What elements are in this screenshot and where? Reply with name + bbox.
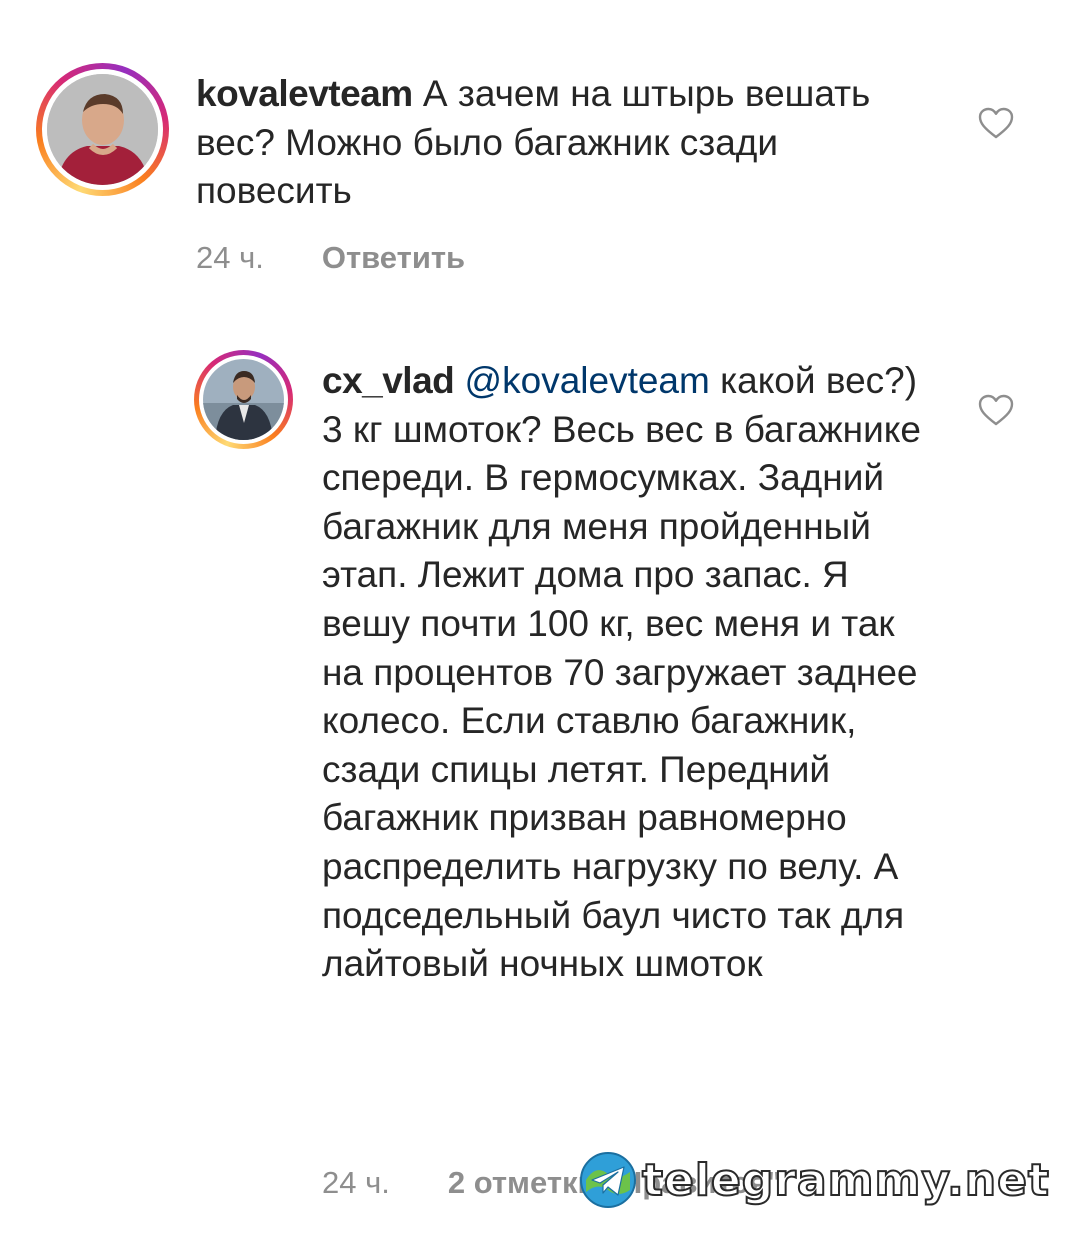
person-avatar-icon [203, 359, 284, 440]
watermark: telegrammy.net [578, 1150, 1050, 1210]
avatar[interactable] [203, 359, 284, 440]
mention-link[interactable]: @kovalevteam [454, 360, 710, 401]
comment-text: какой вес?) 3 кг шмоток? Весь вес в бага… [322, 360, 921, 985]
story-ring[interactable] [194, 350, 293, 449]
telegram-globe-icon [580, 1152, 636, 1208]
watermark-text: telegrammy.net [641, 1154, 1050, 1207]
username[interactable]: cx_vlad [322, 360, 455, 401]
heart-outline-icon[interactable] [978, 394, 1014, 426]
comment-body: cx_vlad @kovalevteam какой вес?) 3 кг шм… [322, 357, 932, 989]
comment-timestamp: 24 ч. [322, 1165, 390, 1200]
comment-2: cx_vlad @kovalevteam какой вес?) 3 кг шм… [0, 0, 1080, 1239]
